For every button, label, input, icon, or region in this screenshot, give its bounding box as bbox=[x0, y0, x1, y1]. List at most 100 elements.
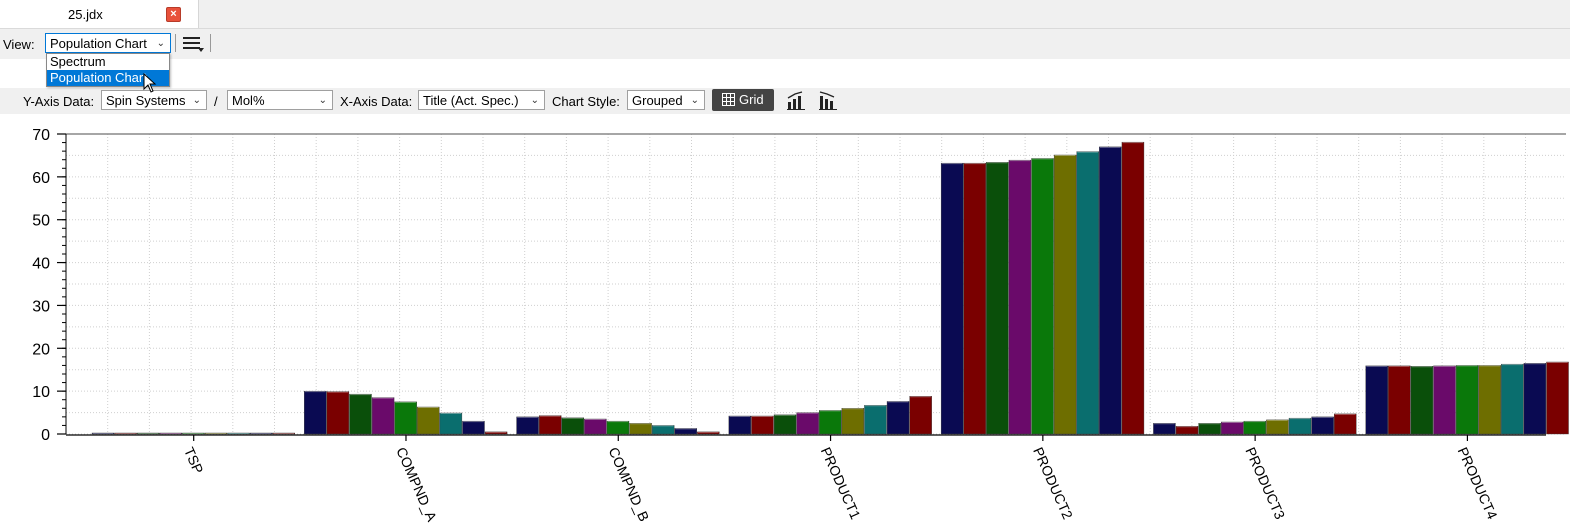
chevron-down-icon: ⌄ bbox=[530, 95, 539, 106]
bar bbox=[909, 396, 932, 435]
bar bbox=[1410, 366, 1434, 435]
bar bbox=[886, 401, 910, 435]
bar bbox=[796, 412, 819, 435]
tab-file[interactable]: 25.jdx × bbox=[0, 0, 199, 28]
bar bbox=[963, 162, 986, 435]
x-tick-label: PRODUCT2 bbox=[1030, 445, 1076, 522]
bar bbox=[1099, 146, 1122, 435]
bar bbox=[561, 417, 584, 435]
bar bbox=[417, 406, 440, 435]
grid-icon bbox=[722, 93, 735, 106]
bar bbox=[1334, 413, 1357, 435]
chevron-down-icon: ⌄ bbox=[156, 38, 165, 49]
bar bbox=[629, 423, 652, 435]
y-tick-label: 60 bbox=[32, 170, 50, 187]
bar bbox=[1076, 151, 1099, 435]
x-tick-label: TSP bbox=[181, 445, 207, 476]
bar bbox=[1031, 158, 1054, 435]
x-tick-label: PRODUCT1 bbox=[818, 445, 864, 522]
y-tick-label: 50 bbox=[32, 213, 50, 230]
mouse-cursor-icon bbox=[143, 73, 157, 93]
bar bbox=[584, 418, 607, 435]
bar bbox=[1546, 361, 1569, 435]
y-axis-data-value: Spin Systems bbox=[106, 93, 186, 108]
y-tick-label: 0 bbox=[41, 427, 50, 444]
population-chart: 0 10 20 30 40 50 60 70 TSP COMPND_A COMPND_B PRODUC… bbox=[32, 127, 1569, 525]
x-tick-label: COMPND_B bbox=[606, 445, 653, 524]
y-tick-label: 10 bbox=[32, 384, 50, 401]
bar-chart-down-icon[interactable] bbox=[817, 90, 839, 110]
bar bbox=[819, 410, 842, 435]
bar bbox=[773, 414, 797, 435]
bar bbox=[1523, 363, 1547, 435]
bar bbox=[1365, 365, 1388, 435]
bar bbox=[1311, 416, 1334, 435]
x-axis-data-value: Title (Act. Spec.) bbox=[423, 93, 519, 108]
bar bbox=[1501, 363, 1524, 435]
bar bbox=[349, 393, 372, 435]
chart-style-select[interactable]: Grouped ⌄ bbox=[627, 90, 705, 110]
bar bbox=[728, 415, 752, 435]
bar bbox=[1175, 426, 1199, 435]
bar bbox=[439, 412, 463, 435]
caret-down-icon bbox=[198, 48, 204, 52]
x-tick-label: COMPND_A bbox=[393, 445, 440, 525]
y-tick-label: 70 bbox=[32, 127, 50, 144]
bar bbox=[304, 390, 327, 435]
tab-title: 25.jdx bbox=[68, 7, 103, 22]
bar bbox=[1455, 365, 1479, 435]
bar bbox=[1198, 423, 1221, 435]
bar bbox=[986, 162, 1009, 435]
bar bbox=[462, 420, 485, 435]
bar bbox=[751, 415, 774, 435]
y-unit-select[interactable]: Mol% ⌄ bbox=[227, 90, 333, 110]
bar bbox=[516, 416, 539, 435]
bar bbox=[1053, 154, 1077, 435]
chevron-down-icon: ⌄ bbox=[318, 95, 327, 106]
chart-style-value: Grouped bbox=[632, 93, 683, 108]
dropdown-option-spectrum[interactable]: Spectrum bbox=[47, 54, 169, 70]
y-axis-data-select[interactable]: Spin Systems ⌄ bbox=[101, 90, 207, 110]
y-tick-label: 30 bbox=[32, 298, 50, 315]
bar bbox=[841, 408, 865, 435]
bar bbox=[1478, 365, 1501, 435]
y-tick-label: 40 bbox=[32, 256, 50, 273]
x-axis-data-label: X-Axis Data: bbox=[340, 94, 413, 109]
bar bbox=[651, 425, 675, 435]
bar bbox=[940, 162, 964, 435]
bar bbox=[1153, 423, 1176, 435]
bar bbox=[1388, 365, 1411, 435]
chart-style-label: Chart Style: bbox=[552, 94, 620, 109]
bar bbox=[864, 405, 887, 435]
toolbar-separator bbox=[210, 34, 211, 52]
grid-button-label: Grid bbox=[739, 92, 764, 107]
view-select[interactable]: Population Chart ⌄ bbox=[45, 33, 171, 53]
x-axis-data-select[interactable]: Title (Act. Spec.) ⌄ bbox=[418, 90, 545, 110]
view-select-value: Population Chart bbox=[50, 36, 147, 51]
toolbar-separator bbox=[175, 34, 176, 52]
menu-icon[interactable] bbox=[183, 36, 204, 52]
y-tick-label: 20 bbox=[32, 341, 50, 358]
view-label: View: bbox=[3, 37, 35, 52]
x-tick-label: PRODUCT3 bbox=[1242, 445, 1288, 522]
bar-chart-up-icon[interactable] bbox=[785, 90, 807, 110]
chevron-down-icon: ⌄ bbox=[192, 95, 201, 106]
bar bbox=[1121, 141, 1145, 435]
bar bbox=[371, 397, 395, 435]
bar bbox=[1008, 159, 1032, 435]
close-icon[interactable]: × bbox=[166, 7, 181, 22]
bar bbox=[326, 391, 350, 435]
bar bbox=[1243, 420, 1267, 435]
y-unit-value: Mol% bbox=[232, 93, 265, 108]
chevron-down-icon: ⌄ bbox=[690, 95, 699, 106]
bar bbox=[1433, 365, 1456, 435]
tab-strip: 25.jdx × bbox=[0, 0, 1570, 29]
view-toolbar bbox=[0, 29, 1570, 59]
axis-divider: / bbox=[214, 94, 218, 109]
y-axis-data-label: Y-Axis Data: bbox=[23, 94, 95, 109]
bar bbox=[1288, 417, 1312, 435]
bar bbox=[1266, 419, 1289, 435]
bar bbox=[394, 401, 417, 435]
x-tick-label: PRODUCT4 bbox=[1455, 445, 1501, 522]
grid-toggle-button[interactable]: Grid bbox=[712, 89, 774, 111]
